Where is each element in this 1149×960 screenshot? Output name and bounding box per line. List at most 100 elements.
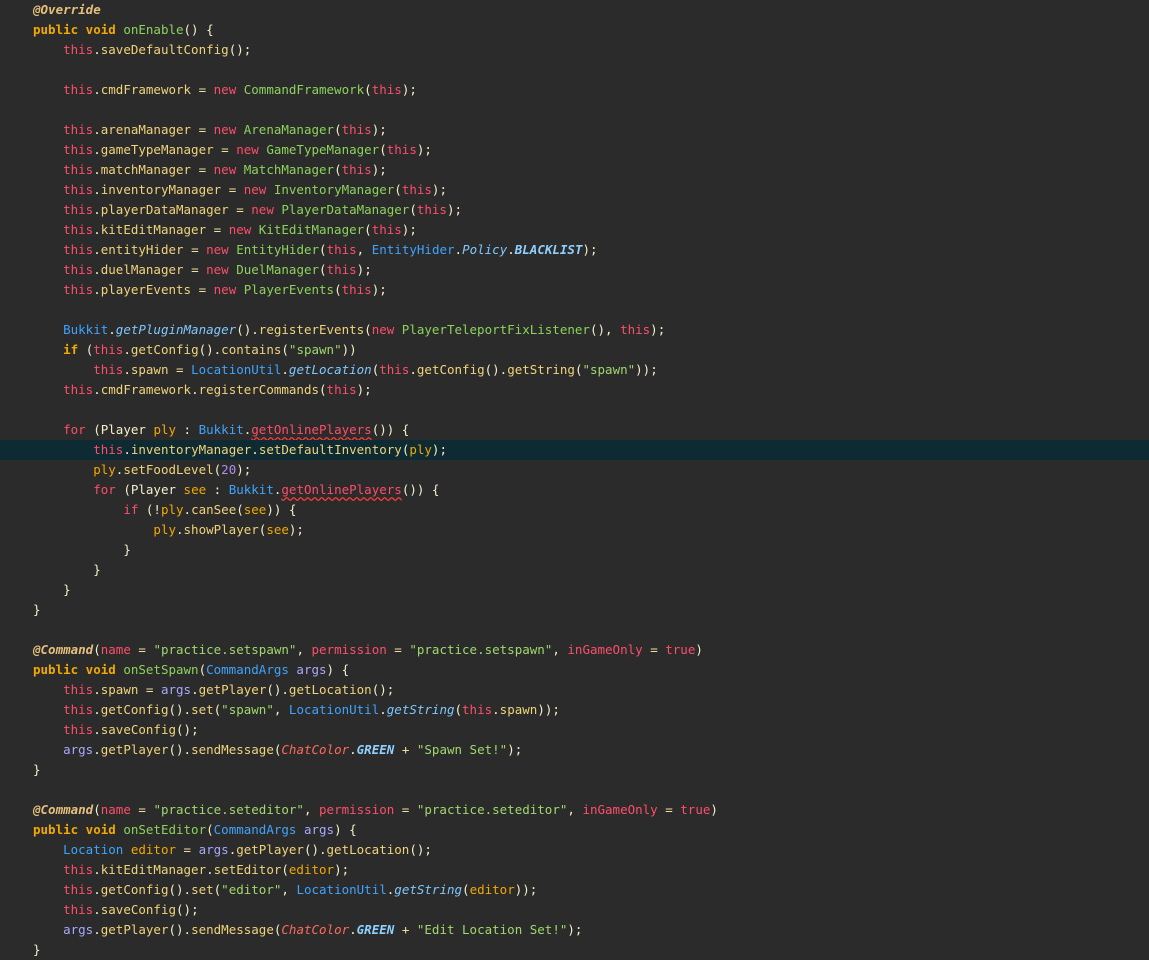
code-line[interactable]: this.gameTypeManager = new GameTypeManag… <box>0 140 1149 160</box>
code-line[interactable]: this.playerEvents = new PlayerEvents(thi… <box>0 280 1149 300</box>
code-line[interactable]: this.getConfig().set ("editor", LocationU… <box>0 880 1149 900</box>
code-token: GameTypeManager <box>266 142 380 157</box>
code-line[interactable]: public void onSetSpawn(CommandArgs args)… <box>0 660 1149 680</box>
code-token: ply <box>153 422 177 437</box>
code-token: sendMessage <box>191 922 274 937</box>
code-token: new <box>206 242 237 257</box>
code-token: editor <box>288 862 335 877</box>
code-token: ); <box>431 182 447 197</box>
code-line[interactable]: } <box>0 580 1149 600</box>
code-token: LocationUtil <box>288 702 380 717</box>
code-token: this <box>63 902 94 917</box>
code-token: )) { <box>266 502 297 517</box>
code-line[interactable] <box>0 780 1149 800</box>
current-code-line[interactable]: this.inventoryManager.setDefaultInventor… <box>0 440 1149 460</box>
code-token: + <box>394 742 417 757</box>
code-line[interactable]: this.saveConfig(); <box>0 900 1149 920</box>
code-line[interactable]: ply.setFoodLevel(20); <box>0 460 1149 480</box>
code-token: new <box>206 262 237 277</box>
code-line[interactable]: this.entityHider = new EntityHider(this,… <box>0 240 1149 260</box>
code-line[interactable]: } <box>0 540 1149 560</box>
code-line[interactable]: this.getConfig().set("spawn", LocationUt… <box>0 700 1149 720</box>
code-token: this <box>371 222 402 237</box>
code-line[interactable]: this.saveConfig(); <box>0 720 1149 740</box>
code-token: ); <box>431 442 447 457</box>
code-token: getString <box>386 702 455 717</box>
code-line[interactable]: args.getPlayer().sendMessage(ChatColor.G… <box>0 740 1149 760</box>
code-line[interactable]: for (Player ply : Bukkit.getOnlinePlayer… <box>0 420 1149 440</box>
code-token: ( <box>281 342 289 357</box>
code-line[interactable]: this.spawn = LocationUtil.getLocation(th… <box>0 360 1149 380</box>
code-line[interactable]: for (Player see : Bukkit.getOnlinePlayer… <box>0 480 1149 500</box>
code-token: = <box>228 202 252 217</box>
code-token: args <box>296 662 327 677</box>
code-line[interactable] <box>0 400 1149 420</box>
code-token: = <box>130 802 154 817</box>
code-token: . <box>93 682 101 697</box>
code-line[interactable]: this.matchManager = new MatchManager(thi… <box>0 160 1149 180</box>
code-token: getPlayer <box>100 922 169 937</box>
code-token: entityHider <box>100 242 184 257</box>
code-line[interactable]: this.kitEditManager = new KitEditManager… <box>0 220 1149 240</box>
code-token: this <box>63 262 94 277</box>
code-token: inGameOnly <box>582 802 658 817</box>
code-line[interactable]: this.cmdFramework = new CommandFramework… <box>0 80 1149 100</box>
code-line[interactable]: this.inventoryManager = new InventoryMan… <box>0 180 1149 200</box>
code-token: = <box>191 122 214 137</box>
code-editor[interactable]: @Override public void onEnable() { this.s… <box>0 0 1149 960</box>
code-line[interactable]: public void onEnable() { <box>0 20 1149 40</box>
code-line[interactable]: if (this.getConfig().contains("spawn")) <box>0 340 1149 360</box>
code-line[interactable]: this.playerDataManager = new PlayerDataM… <box>0 200 1149 220</box>
code-token: , <box>281 882 297 897</box>
code-line[interactable] <box>0 100 1149 120</box>
code-area[interactable]: @Override public void onEnable() { this.s… <box>0 0 1149 960</box>
code-token: . <box>93 382 101 397</box>
code-line[interactable]: } <box>0 560 1149 580</box>
code-token: "practice.setspawn" <box>409 642 553 657</box>
code-line[interactable]: this.kitEditManager.setEditor(editor); <box>0 860 1149 880</box>
code-token: (); <box>176 722 199 737</box>
code-token: registerCommands <box>198 382 320 397</box>
code-line[interactable] <box>0 620 1149 640</box>
code-token: getString <box>394 882 463 897</box>
code-line[interactable]: this.cmdFramework.registerCommands(this)… <box>0 380 1149 400</box>
code-token: Player <box>130 482 184 497</box>
code-token: } <box>63 582 71 597</box>
code-line[interactable]: this.spawn = args.getPlayer().getLocatio… <box>0 680 1149 700</box>
code-token: = <box>138 682 161 697</box>
code-token: gameTypeManager <box>100 142 214 157</box>
code-token: + <box>394 922 417 937</box>
code-line[interactable]: Bukkit.getPluginManager().registerEvents… <box>0 320 1149 340</box>
code-token: } <box>123 542 131 557</box>
code-token: ( <box>198 662 207 677</box>
code-line[interactable]: ply.showPlayer(see); <box>0 520 1149 540</box>
code-line[interactable]: if (!ply.canSee(see)) { <box>0 500 1149 520</box>
code-line[interactable]: Location editor = args.getPlayer().getLo… <box>0 840 1149 860</box>
code-token: new <box>213 122 244 137</box>
code-line[interactable]: args.getPlayer().sendMessage(ChatColor.G… <box>0 920 1149 940</box>
code-token: arenaManager <box>100 122 192 137</box>
code-line[interactable]: this.arenaManager = new ArenaManager(thi… <box>0 120 1149 140</box>
code-line[interactable] <box>0 300 1149 320</box>
code-line[interactable] <box>0 60 1149 80</box>
code-line[interactable]: @Command(name = "practice.setspawn", per… <box>0 640 1149 660</box>
code-line[interactable]: public void onSetEditor(CommandArgs args… <box>0 820 1149 840</box>
code-token: . <box>93 222 101 237</box>
code-token: new <box>243 182 274 197</box>
code-token: registerEvents <box>258 322 365 337</box>
code-line[interactable]: } <box>0 760 1149 780</box>
code-token: args <box>63 742 94 757</box>
code-token: ( <box>123 482 131 497</box>
code-line[interactable]: @Override <box>0 0 1149 20</box>
code-line[interactable]: this.duelManager = new DuelManager(this)… <box>0 260 1149 280</box>
code-line[interactable]: this.saveDefaultConfig(); <box>0 40 1149 60</box>
code-line[interactable]: @Command(name = "practice.seteditor", pe… <box>0 800 1149 820</box>
code-token: public void <box>33 822 124 837</box>
code-line[interactable]: } <box>0 600 1149 620</box>
code-line[interactable]: } <box>0 940 1149 960</box>
